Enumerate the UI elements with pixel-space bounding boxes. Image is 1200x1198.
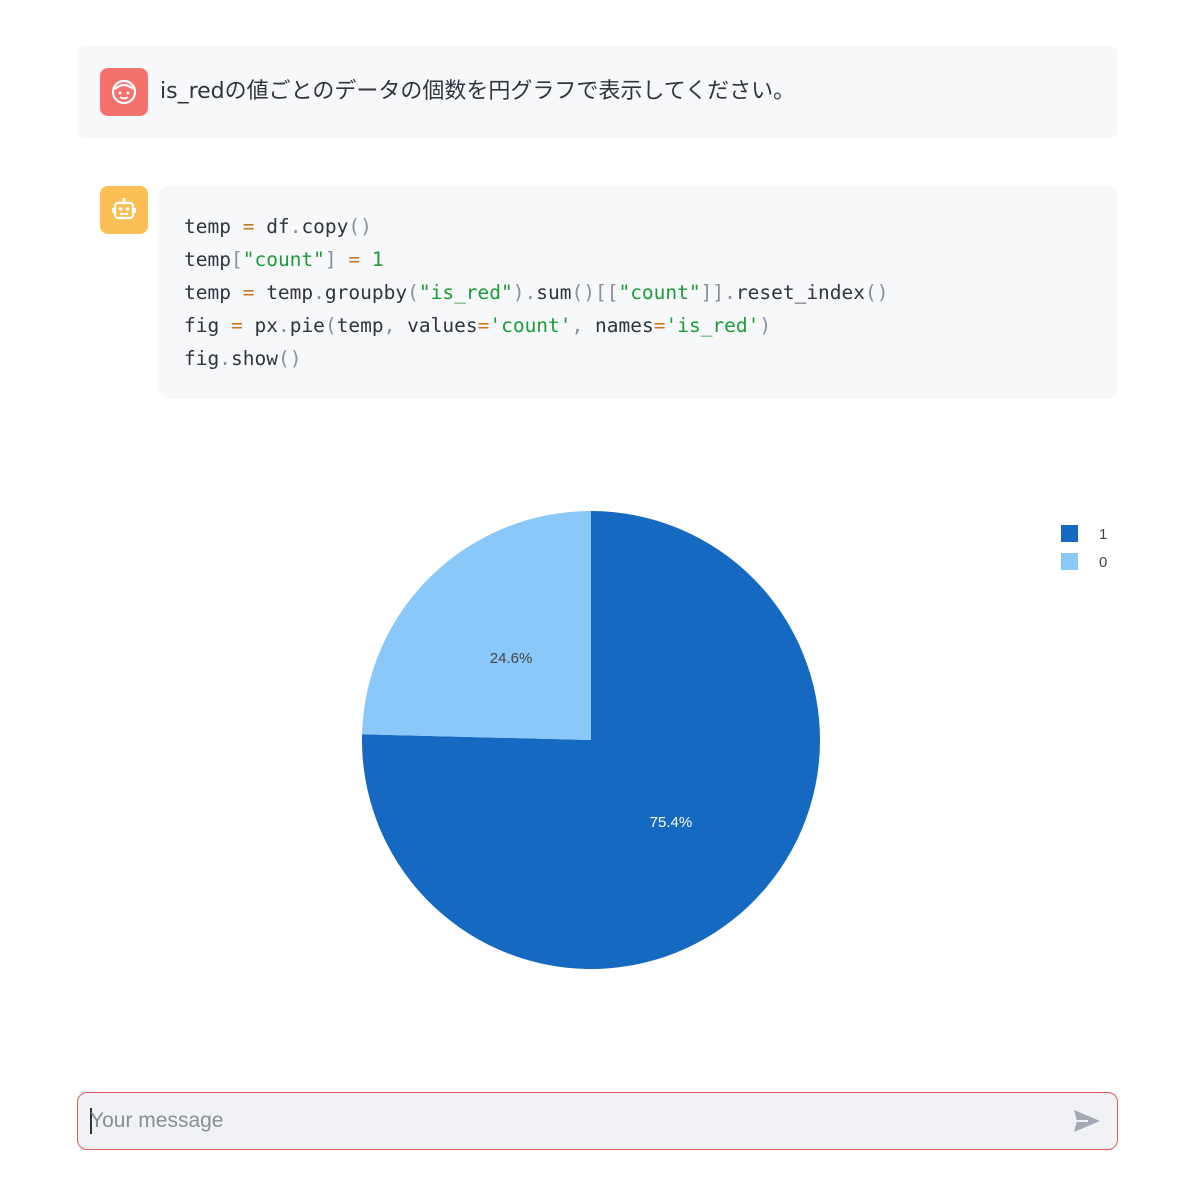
code-token: = xyxy=(242,215,255,238)
code-token: = xyxy=(653,314,666,337)
code-token: () xyxy=(348,215,372,238)
code-token: copy xyxy=(301,215,349,238)
face-icon xyxy=(111,79,137,105)
pie-chart: 75.4% 24.6% 1 0 xyxy=(362,511,1107,969)
code-token: px xyxy=(242,314,278,337)
code-line: fig.show() xyxy=(184,347,301,370)
legend-label[interactable]: 0 xyxy=(1099,554,1107,571)
user-message-text: is_redの値ごとのデータの個数を円グラフで表示してください。 xyxy=(160,79,796,104)
code-line: temp = temp.groupby("is_red").sum()[["co… xyxy=(184,281,889,304)
code-token: [ xyxy=(230,248,243,271)
code-token: values xyxy=(407,314,478,337)
code-token: pie xyxy=(289,314,325,337)
send-button[interactable] xyxy=(1068,1104,1106,1138)
code-token: 'is_red' xyxy=(665,314,760,337)
code-token: fig xyxy=(184,314,231,337)
chat-input[interactable] xyxy=(77,1092,1118,1150)
code-token: 'count' xyxy=(489,314,572,337)
code-token: df xyxy=(254,215,290,238)
code-token: , xyxy=(571,314,596,337)
code-token: , xyxy=(383,314,408,337)
assistant-avatar xyxy=(100,186,148,234)
code-token: groupby xyxy=(324,281,408,304)
code-token: "count" xyxy=(618,281,701,304)
code-token: show xyxy=(230,347,278,370)
pie-slice-label: 24.6% xyxy=(490,650,533,667)
code-token: = xyxy=(242,281,255,304)
legend-swatch[interactable] xyxy=(1061,553,1078,570)
code-token: = xyxy=(348,248,361,271)
code-token: temp xyxy=(184,215,243,238)
code-token: temp xyxy=(184,248,231,271)
user-avatar xyxy=(100,68,148,116)
robot-icon xyxy=(112,198,136,220)
code-token: names xyxy=(595,314,654,337)
code-line: fig = px.pie(temp, values='count', names… xyxy=(184,314,771,337)
code-token: = xyxy=(230,314,243,337)
code-token: temp xyxy=(336,314,384,337)
code-token: . xyxy=(277,314,290,337)
legend-label[interactable]: 1 xyxy=(1099,526,1107,543)
code-token: ]]. xyxy=(700,281,736,304)
code-token: . xyxy=(313,281,325,304)
code-token: ( xyxy=(407,281,419,304)
code-token: () xyxy=(277,347,302,370)
code-token: . xyxy=(219,347,231,370)
code-line: temp = df.copy() xyxy=(184,215,372,238)
code-token: "is_red" xyxy=(418,281,513,304)
code-token: ) xyxy=(759,314,772,337)
send-icon xyxy=(1074,1110,1100,1132)
code-token: "count" xyxy=(242,248,325,271)
code-token: () xyxy=(865,281,889,304)
code-token: fig xyxy=(184,347,220,370)
pie-slice-0[interactable] xyxy=(362,511,591,740)
code-line: temp["count"] = 1 xyxy=(184,248,384,271)
code-token: . xyxy=(289,215,302,238)
code-token: sum xyxy=(536,281,572,304)
code-token: ] xyxy=(324,248,349,271)
code-token: 1 xyxy=(371,248,384,271)
chat-input-placeholder: Your message xyxy=(90,1109,224,1132)
code-token: ()[[ xyxy=(571,281,619,304)
code-token: reset_index xyxy=(735,281,866,304)
code-token: = xyxy=(477,314,490,337)
code-content: temp = df.copy() temp["count"] = 1 temp … xyxy=(184,210,889,375)
pie-slice-label: 75.4% xyxy=(650,814,693,831)
code-token: temp xyxy=(184,281,243,304)
code-token: ). xyxy=(512,281,537,304)
code-token: ( xyxy=(324,314,337,337)
code-token: temp xyxy=(254,281,314,304)
legend-swatch[interactable] xyxy=(1061,525,1078,542)
